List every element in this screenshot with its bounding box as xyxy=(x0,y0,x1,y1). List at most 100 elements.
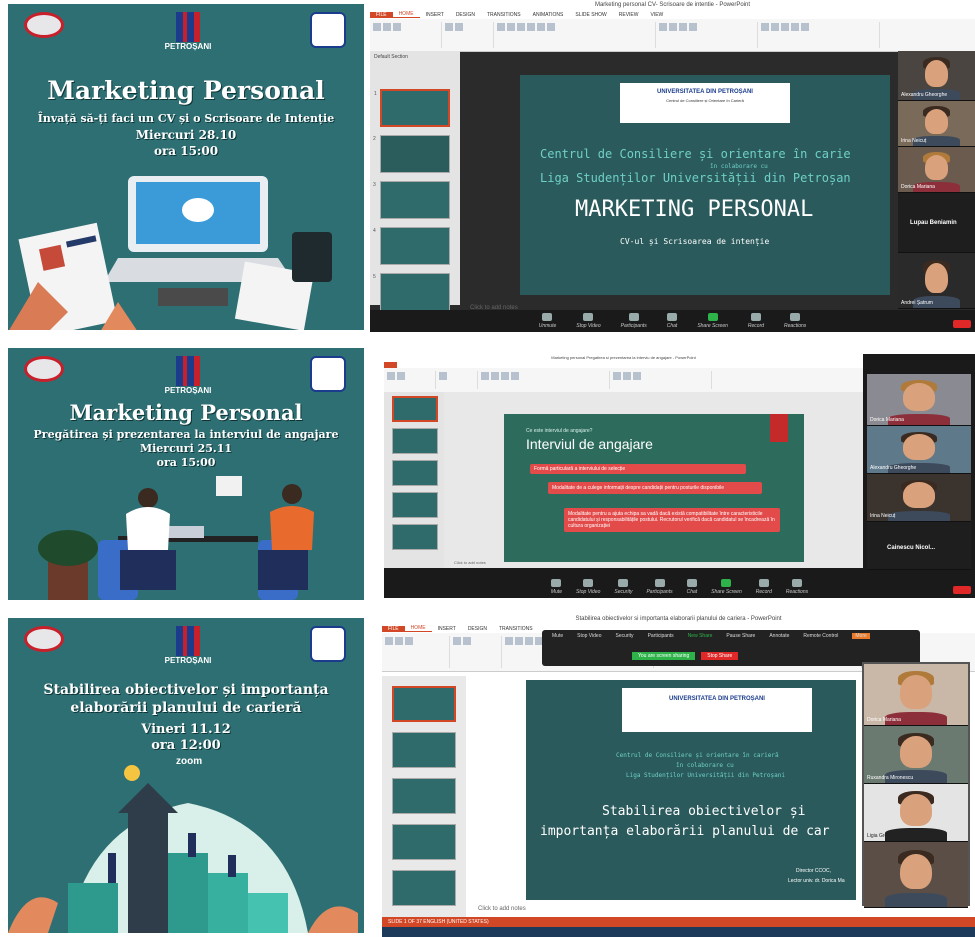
share-screen-button[interactable]: Share Screen xyxy=(711,579,742,595)
laptop-illustration xyxy=(9,176,332,330)
share-screen-button[interactable]: Share Screen xyxy=(697,313,728,329)
screen-2: Marketing personal Pregatirea si prezent… xyxy=(384,354,975,598)
slide-thumb[interactable] xyxy=(392,524,438,550)
participant-tile-no-video[interactable]: Cainescu Nicol... xyxy=(867,522,971,570)
tab-design[interactable]: DESIGN xyxy=(462,626,493,632)
mute-button[interactable]: Mute xyxy=(551,579,562,595)
record-button[interactable]: Record xyxy=(756,579,772,595)
security-button[interactable]: Security xyxy=(614,579,632,595)
slide-thumb[interactable] xyxy=(392,824,456,860)
notes-area[interactable]: Click to add notes xyxy=(454,560,486,565)
mute-button[interactable]: Unmute xyxy=(539,313,556,329)
participant-tile[interactable]: Ligia Grecon xyxy=(864,784,968,842)
poster-2: PETROȘANI Marketing Personal Pregătirea … xyxy=(8,348,364,600)
tab-slideshow[interactable]: SLIDE SHOW xyxy=(569,12,612,18)
clipboard-group[interactable] xyxy=(372,22,442,48)
slide-thumb[interactable]: 2 xyxy=(373,135,450,173)
annotate-button[interactable]: Annotate xyxy=(769,633,789,639)
logo-league xyxy=(20,12,68,52)
font-group[interactable] xyxy=(480,371,610,389)
zoom-gallery: Dorica Mariana Alexandru Gheorghe Irina … xyxy=(867,374,971,570)
participant-tile[interactable]: Dorica Mariana xyxy=(898,147,975,193)
participant-tile[interactable]: Irina Neicuț xyxy=(898,101,975,147)
pause-share-button[interactable]: Pause Share xyxy=(726,633,755,639)
main-slide[interactable]: UNIVERSITATEA DIN PETROȘANI Centrul de C… xyxy=(526,680,856,900)
stop-share-button[interactable]: Stop Share xyxy=(701,652,739,660)
participant-tile-no-video[interactable]: Lupau Beniamin xyxy=(898,193,975,253)
main-slide[interactable]: UNIVERSITATEA DIN PETROȘANI Centrul de C… xyxy=(520,75,890,295)
drawing-group[interactable] xyxy=(760,22,880,48)
slide-thumb[interactable] xyxy=(392,460,438,486)
slide-thumb[interactable]: 5 xyxy=(373,273,450,311)
participants-button[interactable]: Participants xyxy=(621,313,647,329)
chat-button[interactable]: Chat xyxy=(687,579,697,595)
poster-title: Marketing Personal xyxy=(47,76,325,105)
bullet-2: Modalitate de a culege informații despre… xyxy=(548,482,762,494)
slide-thumb[interactable]: 4 xyxy=(373,227,450,265)
reactions-button[interactable]: Reactions xyxy=(786,579,808,595)
zoom-gallery: Dorica Mariana Ruxandra Mironescu Ligia … xyxy=(862,662,970,908)
tab-file[interactable]: FILE xyxy=(382,625,405,632)
participant-tile[interactable]: Ruxandra Mironescu xyxy=(864,726,968,784)
clipboard-group[interactable] xyxy=(384,636,450,668)
slide-thumb[interactable]: 3 xyxy=(373,181,450,219)
security-button[interactable]: Security xyxy=(616,633,634,639)
slide-thumb[interactable] xyxy=(392,732,456,768)
slide-thumb[interactable] xyxy=(392,492,438,518)
participant-tile[interactable]: Irina Neicuț xyxy=(867,474,971,522)
paragraph-group[interactable] xyxy=(658,22,758,48)
reactions-button[interactable]: Reactions xyxy=(784,313,806,329)
notes-area[interactable]: Click to add notes xyxy=(478,906,526,912)
participant-tile[interactable]: Alexandru Gheorghe xyxy=(867,426,971,474)
new-share-button[interactable]: New Share xyxy=(688,633,713,639)
participants-button[interactable]: Participants xyxy=(646,579,673,595)
slide-header-box: UNIVERSITATEA DIN PETROȘANI Centrul de C… xyxy=(620,83,790,123)
participant-tile[interactable] xyxy=(864,842,968,908)
slide-thumb[interactable] xyxy=(392,428,438,454)
remote-control-button[interactable]: Remote Control xyxy=(803,633,838,639)
tab-home[interactable]: HOME xyxy=(392,11,420,18)
tab-review[interactable]: REVIEW xyxy=(613,12,645,18)
poster-time: ora 15:00 xyxy=(156,456,216,469)
stop-video-button[interactable]: Stop Video xyxy=(577,633,601,639)
participant-tile[interactable]: Dorica Mariana xyxy=(867,374,971,426)
participant-tile[interactable]: Dorica Mariana xyxy=(864,664,968,726)
tab-view[interactable]: VIEW xyxy=(645,12,670,18)
participants-button[interactable]: Participants xyxy=(648,633,674,639)
tab-insert[interactable]: INSERT xyxy=(420,12,450,18)
participant-tile[interactable]: Andrei Șatrum xyxy=(898,253,975,309)
slide-thumb[interactable] xyxy=(392,778,456,814)
poster-subtitle: Învață să-ți faci un CV și o Scrisoare d… xyxy=(37,112,335,125)
stop-video-button[interactable]: Stop Video xyxy=(576,313,601,329)
main-slide[interactable]: Ce este interviul de angajare? Interviul… xyxy=(504,414,804,562)
tab-home[interactable]: HOME xyxy=(404,625,432,632)
chat-button[interactable]: Chat xyxy=(667,313,677,329)
end-meeting-button[interactable] xyxy=(953,586,971,594)
slide-thumb[interactable] xyxy=(392,870,456,906)
tab-transitions[interactable]: TRANSITIONS xyxy=(493,626,539,632)
slide-thumb[interactable] xyxy=(392,396,438,422)
participant-tile[interactable]: Alexandru Gheorghe xyxy=(898,51,975,101)
window-title: Stabilirea obiectivelor si importanta el… xyxy=(382,614,975,624)
slide-thumb[interactable]: 1 xyxy=(374,89,450,127)
font-group[interactable] xyxy=(496,22,656,48)
end-meeting-button[interactable] xyxy=(953,320,971,328)
slides-group[interactable] xyxy=(444,22,494,48)
stop-video-button[interactable]: Stop Video xyxy=(576,579,600,595)
drawing-group[interactable] xyxy=(612,371,712,389)
more-button[interactable]: More xyxy=(852,633,870,639)
slides-group[interactable] xyxy=(438,371,478,389)
slides-group[interactable] xyxy=(452,636,502,668)
clipboard-group[interactable] xyxy=(386,371,436,389)
tab-file[interactable]: FILE xyxy=(370,11,393,18)
ppt-ribbon: Marketing personal CV- Scrisoare de inte… xyxy=(370,0,975,52)
tab-animations[interactable]: ANIMATIONS xyxy=(527,12,570,18)
tab-insert[interactable]: INSERT xyxy=(432,626,462,632)
row-1: PETROȘANI Marketing Personal Învață să-ț… xyxy=(0,0,975,332)
record-button[interactable]: Record xyxy=(748,313,764,329)
mute-button[interactable]: Mute xyxy=(552,633,563,639)
slide-thumb[interactable] xyxy=(392,686,456,722)
tab-design[interactable]: DESIGN xyxy=(450,12,481,18)
tab-transitions[interactable]: TRANSITIONS xyxy=(481,12,527,18)
slide-thumbnails xyxy=(382,676,466,918)
